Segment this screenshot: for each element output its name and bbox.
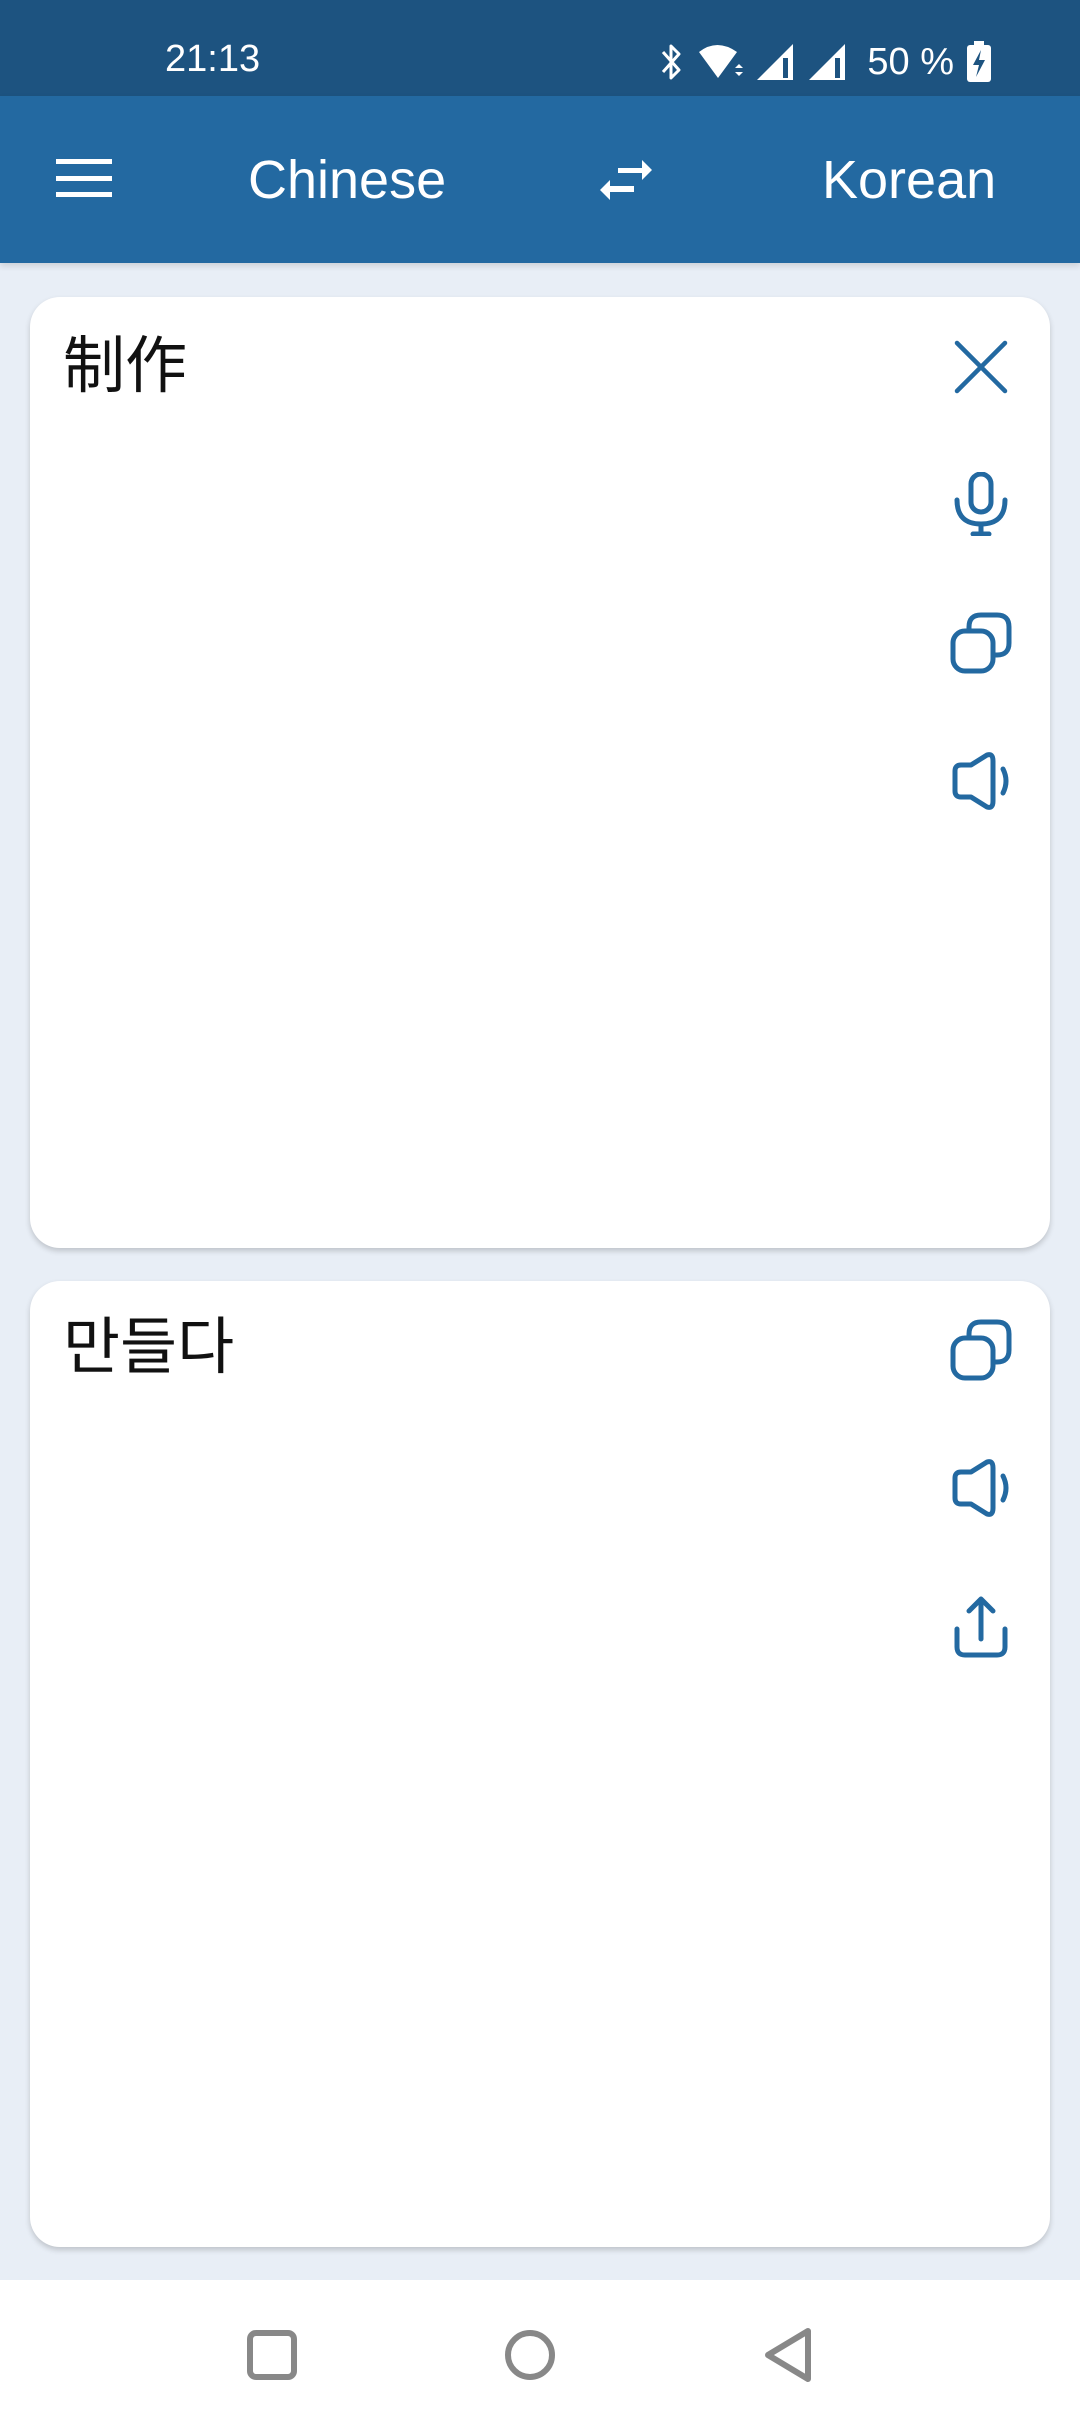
status-bar: 21:13 50 % — [0, 0, 1080, 96]
hamburger-menu-icon — [56, 159, 112, 197]
copy-icon — [950, 612, 1012, 674]
translation-card: 만들다 — [30, 1281, 1050, 2247]
clear-button[interactable] — [949, 335, 1013, 399]
speak-translation-button[interactable] — [949, 1456, 1013, 1520]
wifi-icon — [699, 45, 744, 78]
speaker-icon — [952, 752, 1009, 810]
battery-percentage: 50 % — [867, 40, 954, 83]
translated-text: 만들다 — [63, 1313, 235, 1382]
microphone-button[interactable] — [949, 471, 1013, 537]
target-language-selector[interactable]: Korean — [822, 146, 996, 214]
speak-button[interactable] — [949, 749, 1013, 813]
back-icon — [765, 2328, 811, 2382]
status-icons: 50 % — [659, 40, 992, 84]
status-time: 21:13 — [165, 38, 261, 80]
system-navigation-bar — [0, 2280, 1080, 2412]
source-text-input[interactable]: 制作 — [63, 327, 187, 407]
source-text-card: 制作 — [30, 297, 1050, 1248]
copy-button[interactable] — [949, 611, 1013, 675]
signal-icon — [809, 44, 846, 80]
home-icon — [505, 2330, 555, 2380]
speaker-icon — [952, 1459, 1009, 1517]
swap-languages-button[interactable] — [596, 156, 656, 204]
share-button[interactable] — [949, 1595, 1013, 1659]
home-button[interactable] — [500, 2325, 560, 2385]
swap-languages-icon — [600, 160, 652, 200]
source-language-selector[interactable]: Chinese — [248, 146, 446, 214]
signal-icon — [757, 44, 794, 80]
clear-icon — [954, 340, 1008, 394]
app-bar: Chinese Korean — [0, 96, 1080, 263]
back-button[interactable] — [758, 2325, 818, 2385]
recents-button[interactable] — [242, 2325, 302, 2385]
battery-charging-icon — [967, 41, 991, 82]
copy-icon — [950, 1319, 1012, 1381]
bluetooth-icon — [662, 44, 681, 80]
recents-icon — [247, 2330, 297, 2380]
microphone-icon — [954, 471, 1008, 537]
copy-translation-button[interactable] — [949, 1318, 1013, 1382]
share-icon — [954, 1596, 1008, 1658]
menu-button[interactable] — [56, 159, 112, 199]
